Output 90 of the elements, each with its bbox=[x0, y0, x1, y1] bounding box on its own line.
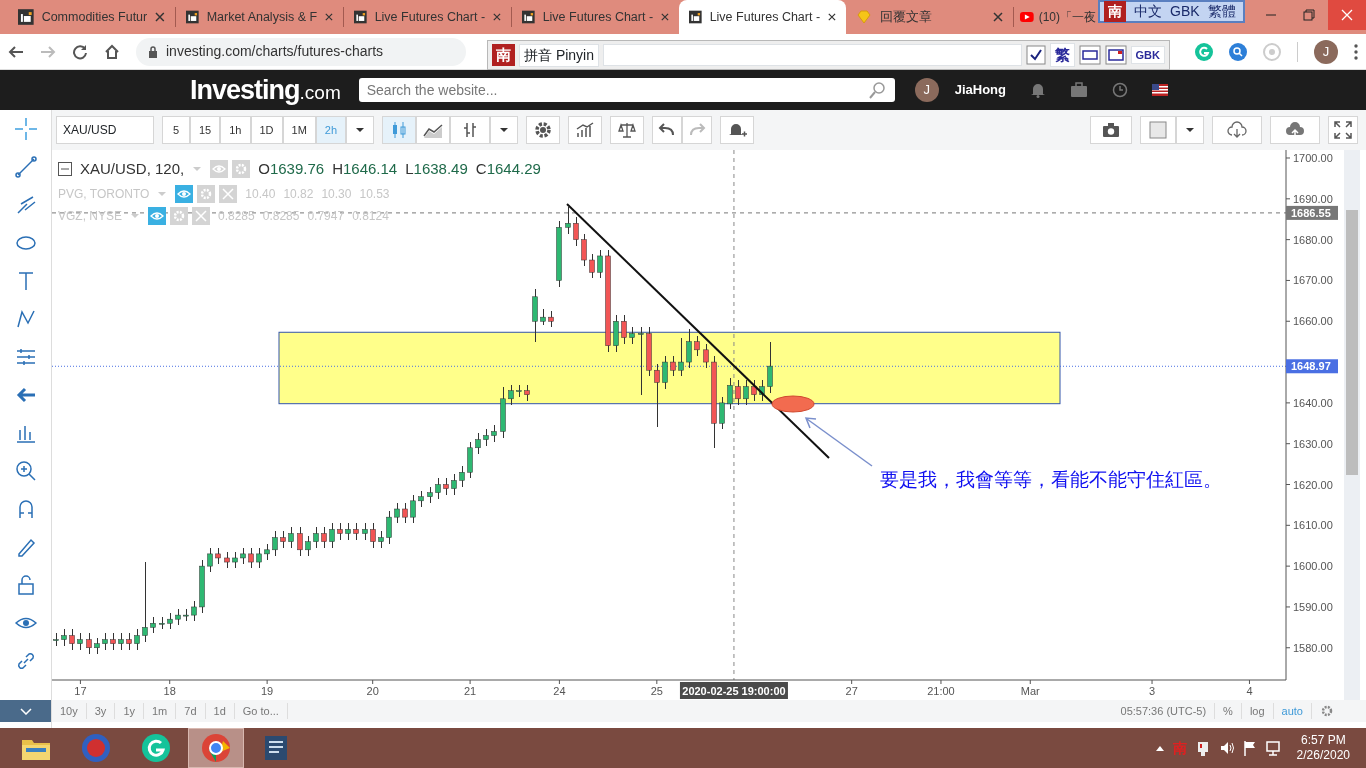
user-name[interactable]: JiaHong bbox=[954, 80, 1006, 100]
ohlc-value: H1646.14 bbox=[332, 159, 398, 179]
study-value: 10.40 bbox=[245, 185, 276, 203]
user-avatar[interactable]: J bbox=[914, 78, 939, 102]
time-tick-label: Mar bbox=[1020, 685, 1040, 697]
tab-title: Live Futures Chart - bbox=[374, 8, 486, 26]
interval-button[interactable]: 2h bbox=[315, 116, 347, 144]
ime-status-label[interactable]: GBK bbox=[1170, 1, 1200, 22]
price-tick-label: 1660.00 bbox=[1293, 315, 1333, 328]
time-tick-label: 4 bbox=[1246, 685, 1253, 697]
time-tick-label: 17 bbox=[74, 685, 87, 697]
time-tick-label: 27 bbox=[845, 685, 858, 697]
site-logo[interactable]: Investing.com bbox=[190, 69, 341, 111]
ime-traditional-button[interactable]: 繁 bbox=[1049, 42, 1075, 68]
browser-tab[interactable]: Live Futures Chart - bbox=[344, 0, 511, 34]
price-tick-label: 1610.00 bbox=[1293, 519, 1333, 532]
ime-gbk-button[interactable]: GBK bbox=[1130, 45, 1165, 65]
price-tick-label: 1680.00 bbox=[1293, 233, 1333, 246]
interval-button[interactable]: 5 bbox=[162, 116, 190, 144]
ime-logo: 南 bbox=[492, 43, 515, 67]
scale-option[interactable]: auto bbox=[1273, 702, 1312, 720]
price-tick-label: 1670.00 bbox=[1293, 274, 1333, 287]
scale-option[interactable]: % bbox=[1215, 702, 1242, 720]
time-tick-label: 19 bbox=[261, 685, 274, 697]
tab-title: (10)「一夜 bbox=[1038, 9, 1096, 26]
crosshair-time-label: 2020-02-25 19:00:00 bbox=[679, 682, 788, 699]
study-name: VGZ, NYSE bbox=[58, 207, 122, 225]
range-button[interactable]: 10y bbox=[52, 702, 87, 720]
browser-tab[interactable]: Live Futures Chart - bbox=[679, 0, 846, 34]
ohlc-value: O1639.76 bbox=[258, 159, 325, 179]
interval-button[interactable]: 1h bbox=[220, 116, 251, 144]
interval-button[interactable]: 1D bbox=[250, 116, 283, 144]
browser-tab[interactable]: Live Futures Chart - bbox=[512, 0, 679, 34]
ime-mode-label: 拼音 Pinyin bbox=[519, 43, 600, 67]
time-tick-label: 18 bbox=[163, 685, 176, 697]
interval-button[interactable]: 1M bbox=[282, 116, 316, 144]
symbol-field[interactable]: XAU/USD bbox=[56, 116, 154, 144]
interval-button[interactable]: 15 bbox=[190, 116, 221, 144]
ime-status-label[interactable]: 繁體 bbox=[1207, 1, 1236, 22]
study-value: 10.30 bbox=[321, 185, 352, 203]
browser-tab[interactable]: 回覆文章 bbox=[846, 0, 1013, 34]
tab-title: Market Analysis & F bbox=[206, 8, 318, 26]
annotation-text: 要是我，我會等等，看能不能守住紅區。 bbox=[880, 469, 1222, 490]
ref-line-label: 1648.97 bbox=[1291, 360, 1331, 373]
price-tick-label: 1580.00 bbox=[1293, 641, 1333, 654]
price-tick-label: 1630.00 bbox=[1293, 437, 1333, 450]
range-button[interactable]: 1y bbox=[115, 702, 144, 720]
range-button[interactable]: 7d bbox=[176, 702, 206, 720]
profile-avatar[interactable]: J bbox=[1314, 39, 1338, 64]
price-tick-label: 1640.00 bbox=[1293, 396, 1333, 409]
ref-line-label: 1686.55 bbox=[1291, 206, 1331, 219]
price-tick-label: 1690.00 bbox=[1293, 192, 1333, 205]
ime-logo: 南 bbox=[1104, 1, 1126, 22]
range-button[interactable]: 1d bbox=[205, 702, 235, 720]
time-tick-label: 24 bbox=[553, 685, 566, 697]
symbol-title: XAU/USD, 120, bbox=[80, 159, 185, 179]
price-label: 1648.97 bbox=[1286, 359, 1338, 374]
time-tick-label: 21:00 bbox=[927, 685, 955, 697]
time-tick-label: 25 bbox=[650, 685, 663, 697]
timezone-label[interactable]: 05:57:36 (UTC-5) bbox=[1112, 702, 1216, 720]
price-tick-label: 1590.00 bbox=[1293, 600, 1333, 613]
browser-tab[interactable]: Commodities Futur bbox=[8, 0, 175, 34]
price-tick-label: 1620.00 bbox=[1293, 478, 1333, 491]
time-tick-label: 3 bbox=[1149, 685, 1156, 697]
tab-title: Live Futures Chart - bbox=[709, 8, 821, 26]
browser-tab[interactable]: (10)「一夜 bbox=[1014, 0, 1098, 34]
time-tick-label: 20 bbox=[366, 685, 379, 697]
search-field[interactable]: Search the website... bbox=[358, 78, 895, 102]
range-button[interactable]: 3y bbox=[86, 702, 116, 720]
range-button[interactable]: 1m bbox=[144, 702, 177, 720]
tab-title: 回覆文章 bbox=[880, 8, 932, 26]
time-tick-label: 21 bbox=[463, 685, 477, 697]
tab-title: Live Futures Chart - bbox=[542, 8, 654, 26]
study-value: 0.8124 bbox=[352, 207, 389, 225]
ohlc-value: C1644.29 bbox=[475, 159, 541, 179]
price-label: 1686.55 bbox=[1286, 205, 1338, 220]
ohlc-value: L1638.49 bbox=[405, 159, 468, 179]
price-tick-label: 1600.00 bbox=[1293, 560, 1333, 573]
study-value: 0.8285 bbox=[218, 207, 255, 225]
scale-option[interactable]: log bbox=[1241, 702, 1274, 720]
clock[interactable]: 6:57 PM 2/26/2020 bbox=[1296, 733, 1350, 763]
study-value: 10.82 bbox=[283, 185, 314, 203]
address-bar[interactable]: investing.com/charts/futures-charts bbox=[136, 37, 466, 66]
study-value: 10.53 bbox=[359, 185, 390, 203]
range-button[interactable]: Go to... bbox=[234, 702, 288, 720]
browser-tab[interactable]: Market Analysis & F bbox=[176, 0, 343, 34]
ime-status-label[interactable]: 中文 bbox=[1134, 1, 1162, 22]
study-name: PVG, TORONTO bbox=[58, 185, 150, 203]
tab-title: Commodities Futur bbox=[41, 8, 148, 26]
price-tick-label: 1700.00 bbox=[1293, 152, 1333, 164]
